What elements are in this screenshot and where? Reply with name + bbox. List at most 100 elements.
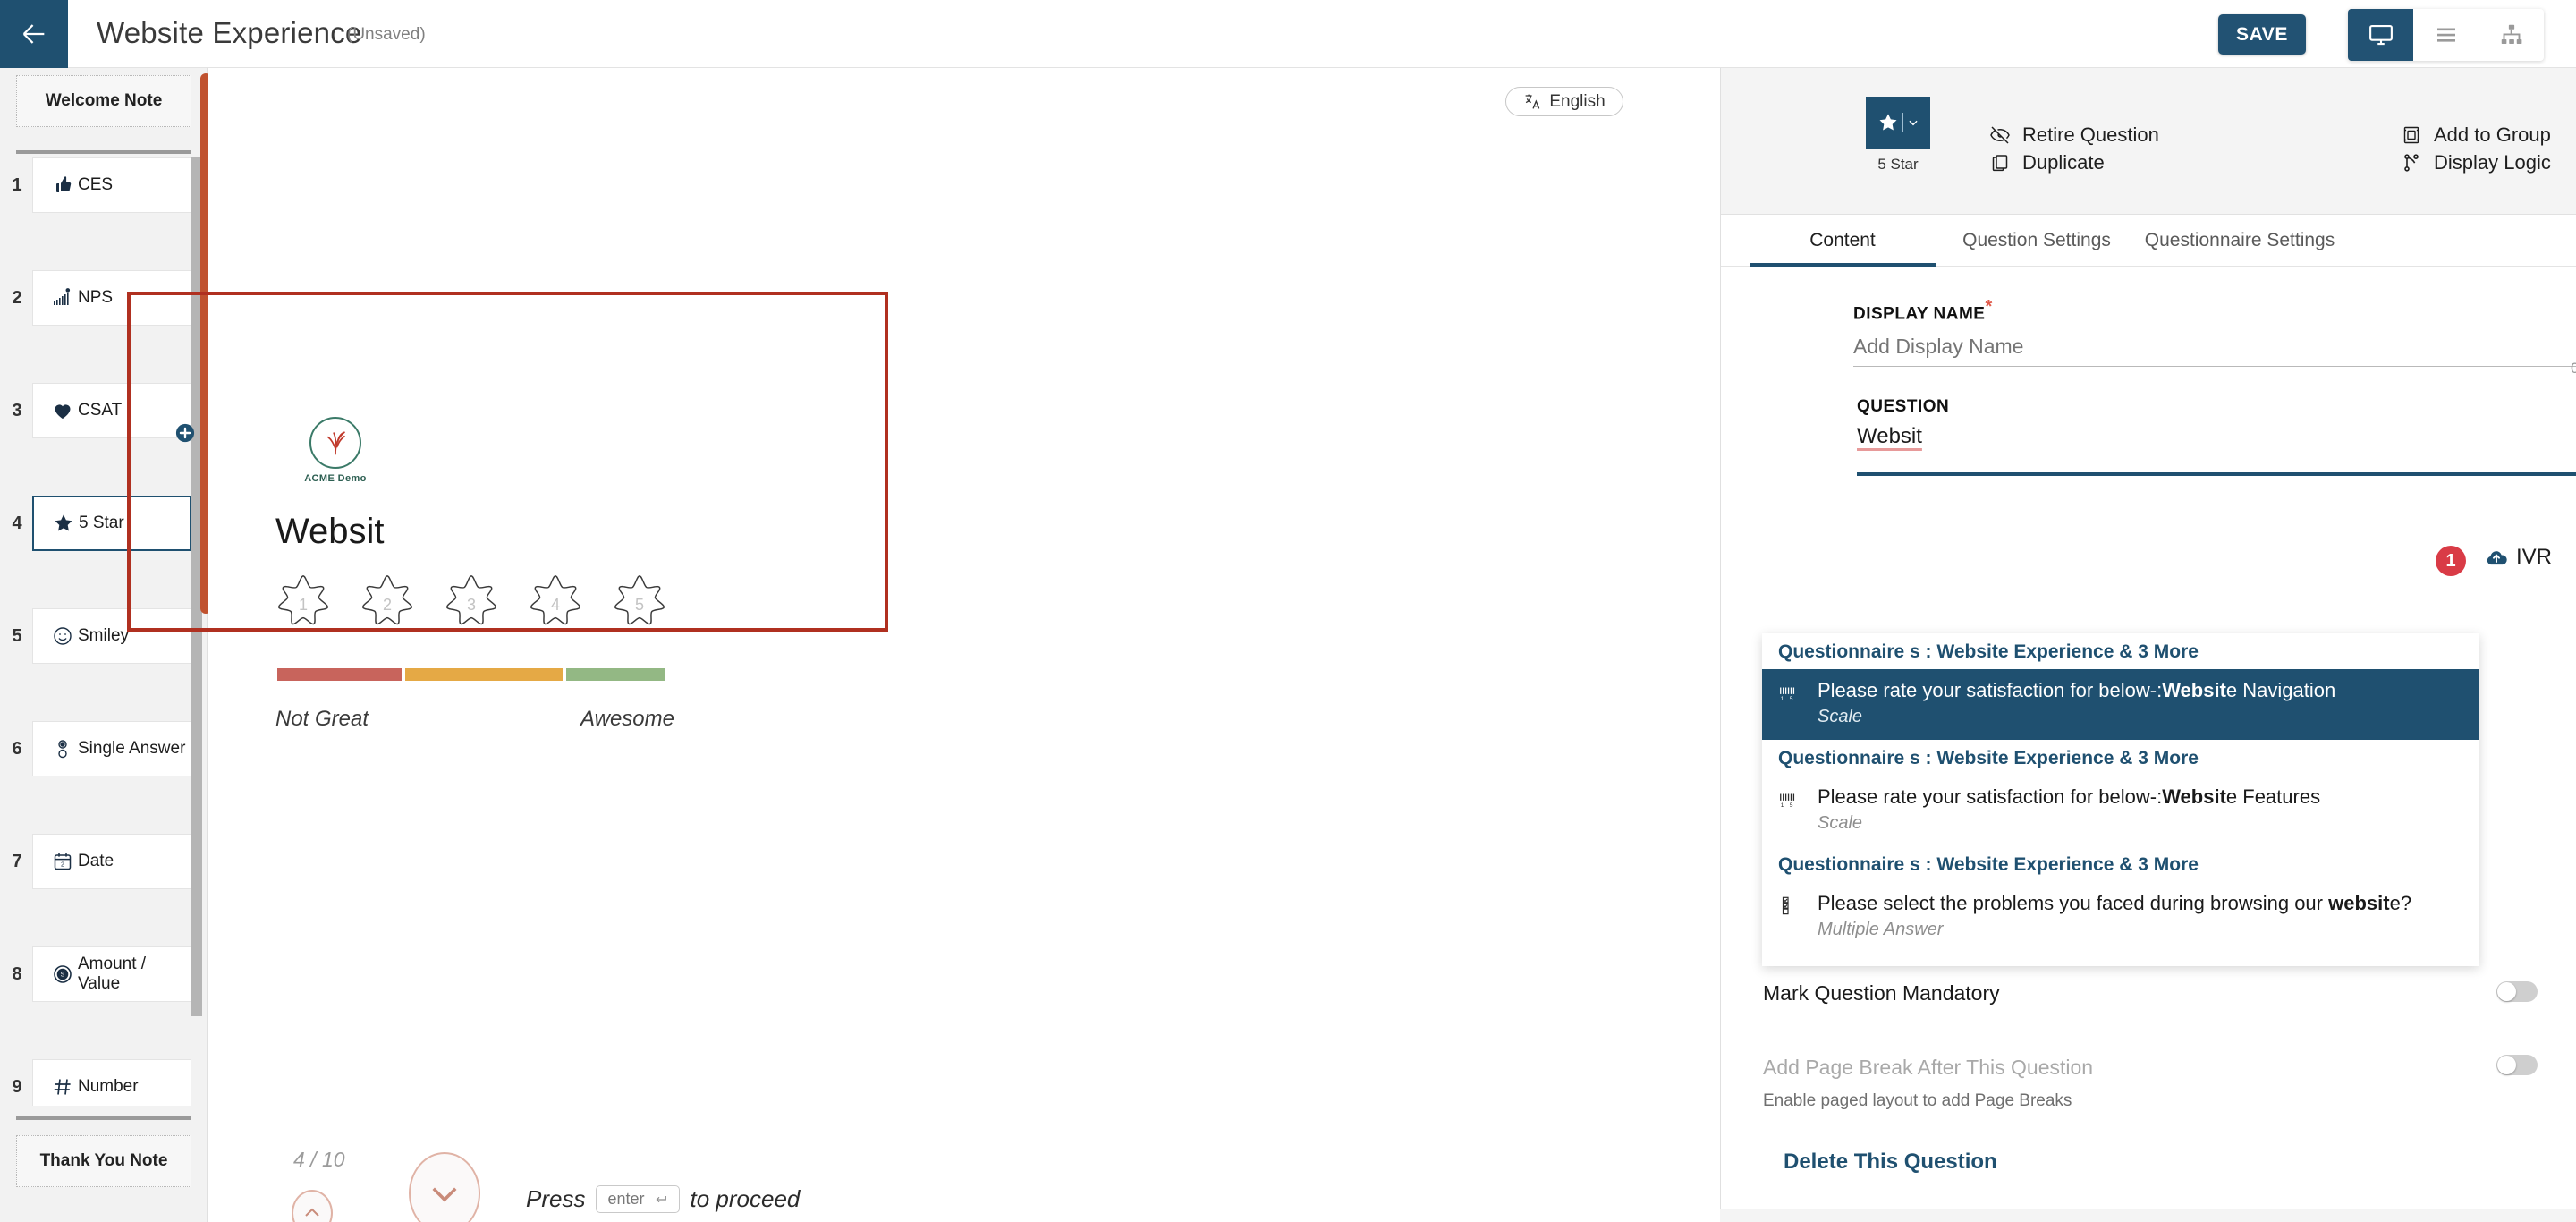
arrow-left-icon	[22, 24, 45, 44]
language-selector[interactable]: English	[1505, 87, 1623, 116]
sidebar-item-date[interactable]: 7 2 Date	[0, 834, 191, 889]
item-number: 5	[12, 626, 22, 646]
item-card[interactable]: Number	[32, 1059, 191, 1106]
item-card[interactable]: CES	[32, 157, 191, 213]
welcome-note-card[interactable]: Welcome Note	[16, 75, 191, 127]
sidebar-item-csat[interactable]: 3 CSAT	[0, 383, 191, 438]
question-input[interactable]: Websit	[1857, 424, 2576, 471]
item-card[interactable]: S Amount / Value	[32, 946, 191, 1002]
view-desktop-preview[interactable]	[2348, 9, 2413, 61]
suggestion-text: Please select the problems you faced dur…	[1818, 891, 2411, 942]
press-enter-hint: Press enter to proceed	[526, 1185, 800, 1213]
star-1[interactable]: 1	[268, 573, 338, 639]
item-card[interactable]: 2 Date	[32, 834, 191, 889]
scale-labels: Not Great Awesome	[275, 707, 674, 732]
add-question-button[interactable]	[175, 423, 195, 443]
enter-arrow-icon	[656, 1195, 666, 1202]
language-label: English	[1549, 91, 1606, 111]
display-name-label-text: DISPLAY NAME	[1853, 304, 1986, 324]
scale-segment-low	[277, 668, 402, 681]
brand-logo: ACME Demo	[286, 417, 385, 484]
thumbs-up-icon	[47, 174, 78, 196]
page-break-toggle[interactable]	[2496, 1055, 2538, 1075]
display-logic-action[interactable]: Display Logic	[2401, 151, 2551, 174]
action-label: Retire Question	[2022, 123, 2159, 146]
star-number: 3	[466, 596, 476, 614]
item-number: 6	[12, 739, 22, 759]
suggestion-suffix: e Navigation	[2225, 679, 2336, 701]
view-list[interactable]	[2413, 9, 2479, 61]
copy-icon	[1992, 155, 2008, 172]
item-label: CSAT	[78, 401, 123, 420]
tab-content[interactable]: Content	[1750, 215, 1936, 267]
item-label: Amount / Value	[78, 955, 147, 993]
brand-name: ACME Demo	[304, 473, 367, 484]
sidebar-item-nps[interactable]: 2 NPS	[0, 270, 191, 326]
question-input-underline	[1857, 472, 2576, 476]
top-bar: Website Experience (Unsaved) SAVE	[0, 0, 2576, 68]
suggestion-prefix: Please rate your satisfaction for below-…	[1818, 679, 2163, 701]
item-card[interactable]: CSAT	[32, 383, 191, 438]
duplicate-question-action[interactable]: Duplicate	[1989, 151, 2105, 174]
radio-icon	[47, 738, 78, 760]
ivr-upload-button[interactable]: IVR	[2485, 545, 2552, 570]
suggestion-item-2[interactable]: 15 Please rate your satisfaction for bel…	[1762, 776, 2479, 846]
scale-segment-high	[566, 668, 665, 681]
action-label: Display Logic	[2434, 151, 2551, 174]
scale-color-bar	[277, 668, 665, 681]
sitemap-icon	[2501, 24, 2521, 44]
suggestion-item-3[interactable]: Please select the problems you faced dur…	[1762, 882, 2479, 953]
mark-mandatory-label: Mark Question Mandatory	[1763, 981, 2000, 1005]
action-label: Add to Group	[2434, 123, 2551, 146]
scale-segment-mid	[404, 668, 564, 681]
item-card[interactable]: Smiley	[32, 608, 191, 664]
star-4[interactable]: 4	[521, 573, 590, 639]
thank-you-note-card[interactable]: Thank You Note	[16, 1135, 191, 1187]
suggestion-type: Multiple Answer	[1818, 919, 1944, 939]
question-input-value[interactable]: Websit	[1857, 424, 1922, 449]
required-asterisk: *	[1985, 297, 1993, 317]
item-number: 8	[12, 964, 22, 984]
item-card[interactable]: NPS	[32, 270, 191, 326]
item-card[interactable]: Single Answer	[32, 721, 191, 776]
tab-question-settings[interactable]: Question Settings	[1952, 215, 2122, 267]
item-label: Smiley	[78, 626, 130, 646]
sidebar-item-5-star[interactable]: 4 5 Star	[0, 496, 191, 551]
question-label: QUESTION	[1857, 397, 1950, 416]
star-3[interactable]: 3	[436, 573, 506, 639]
save-button[interactable]: SAVE	[2218, 14, 2306, 55]
sidebar-item-single-answer[interactable]: 6 Single Answer	[0, 721, 191, 776]
suggestion-text: Please rate your satisfaction for below-…	[1818, 785, 2320, 836]
preview-question-title: Websit	[275, 512, 385, 551]
enter-key-chip: enter	[596, 1185, 680, 1213]
star-2[interactable]: 2	[352, 573, 422, 639]
question-type-selector[interactable]	[1866, 97, 1930, 149]
suggestion-group-header: Questionnaire s : Website Experience & 3…	[1778, 747, 2199, 768]
press-suffix: to proceed	[690, 1185, 801, 1212]
scale-label-right: Awesome	[580, 707, 674, 731]
suggestion-item-1[interactable]: 15 Please rate your satisfaction for bel…	[1762, 669, 2479, 740]
mark-mandatory-toggle[interactable]	[2496, 981, 2538, 1002]
view-tree[interactable]	[2479, 9, 2544, 61]
sidebar-item-amount-value[interactable]: 8 S Amount / Value	[0, 946, 191, 1002]
press-prefix: Press	[526, 1185, 586, 1212]
sidebar-item-number[interactable]: 9 Number	[0, 1059, 191, 1106]
monitor-icon	[2368, 24, 2393, 46]
delete-question-button[interactable]: Delete This Question	[1784, 1150, 1997, 1175]
sidebar-item-smiley[interactable]: 5 Smiley	[0, 608, 191, 664]
coin-icon: S	[47, 963, 78, 985]
leaf-icon	[327, 431, 345, 455]
star-rating-control[interactable]: 1 2 3 4 5	[268, 573, 674, 639]
item-label: NPS	[78, 288, 114, 308]
item-label: Number	[78, 1077, 139, 1097]
item-card[interactable]: 5 Star	[32, 496, 191, 551]
add-to-group-action[interactable]: Add to Group	[2401, 123, 2551, 147]
tab-questionnaire-settings[interactable]: Questionnaire Settings	[2141, 215, 2338, 267]
star-5[interactable]: 5	[605, 573, 674, 639]
sidebar-item-ces[interactable]: 1 CES	[0, 157, 191, 213]
svg-text:1: 1	[1781, 802, 1784, 809]
retire-question-action[interactable]: Retire Question	[1989, 123, 2159, 147]
suggestion-text: Please rate your satisfaction for below-…	[1818, 678, 2335, 729]
back-button[interactable]	[0, 0, 68, 68]
display-name-input[interactable]	[1853, 327, 2576, 367]
